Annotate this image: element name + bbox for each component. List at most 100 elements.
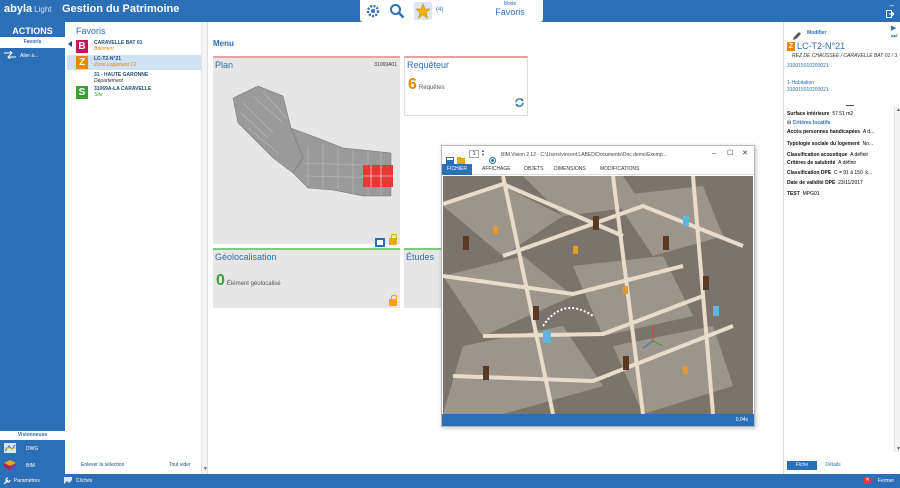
favorites-scrollbar[interactable]: ▼ [201, 22, 208, 474]
detail-scrollbar[interactable]: ▲ ▼ [894, 107, 900, 452]
menu-objets[interactable]: OBJETS [524, 164, 543, 175]
geolocalisation-tile[interactable]: Géolocalisation 0 Élément géolocalisé [213, 248, 400, 308]
goto-label: Aller à... [20, 53, 39, 59]
lock-icon [389, 234, 397, 245]
favorites-title: Favoris [76, 26, 106, 36]
favorite-type: Zone Logement T2 [94, 62, 137, 68]
surface-label: Surface intérieure [787, 111, 830, 117]
surface-row: Surface intérieure 57.51 m2 [787, 111, 853, 117]
criteria-row: Classification DPE C = 91 à 150 k... [787, 170, 872, 176]
geo-title: Géolocalisation [215, 252, 277, 262]
favorite-item-selected[interactable]: Z LC-T2-N°21 Zone Logement T2 [67, 55, 207, 70]
geo-count-line: 0 Élément géolocalisé [216, 272, 281, 290]
menu-dimensions[interactable]: DIMENSIONS [554, 164, 586, 175]
criteria-value: A définir [838, 160, 857, 166]
favorites-count: (4) [436, 7, 444, 13]
close-icon[interactable]: ✕ [742, 149, 748, 157]
exit-icon[interactable] [886, 10, 895, 20]
visionneuse-title: Visionneuse [0, 431, 65, 440]
expand-right-icon[interactable]: ▶ [891, 24, 896, 32]
criteria-row: Typologie sociale du logement No... [787, 141, 873, 147]
menu-title: Menu [213, 39, 234, 48]
plan-code: 31069A01 [374, 62, 397, 68]
edition-label: Light [34, 5, 52, 14]
skip-end-icon[interactable]: ⏭ [891, 33, 897, 41]
criteria-key: Critères de salubrité [787, 160, 836, 166]
surface-value: 57.51 m2 [832, 111, 854, 117]
favorite-item[interactable]: S 31069A-LA CARAVELLE Site [67, 85, 207, 100]
habitation-code[interactable]: 310015010200021 [787, 87, 829, 93]
dwg-label: DWG [26, 446, 39, 452]
etudes-tile[interactable]: Études [404, 248, 444, 308]
geo-count: 0 [216, 272, 225, 289]
goto-arrows-icon [4, 50, 16, 61]
criteria-key: TEST [787, 191, 800, 197]
mode-switcher: (4) Mode Favoris [360, 0, 543, 22]
favoris-tab[interactable]: Favoris [0, 37, 65, 48]
favorite-type: Site [94, 92, 103, 98]
section-title: Critères locatifs [792, 120, 831, 126]
plan-tile[interactable]: Plan 31069A01 [213, 56, 400, 247]
menu-fichier[interactable]: FICHIER [442, 164, 472, 175]
menu-modifications[interactable]: MODIFICATIONS [600, 164, 639, 175]
etudes-title: Études [406, 252, 435, 262]
page-number-field[interactable]: 1 [469, 150, 479, 158]
criteria-value: A définir [850, 152, 869, 158]
scroll-up-icon[interactable]: ▲ [896, 107, 900, 113]
criteria-row: Classification acoustique A définir [787, 152, 868, 158]
criteres-section[interactable]: ⊟ Critères locatifs [787, 120, 830, 126]
refresh-icon[interactable] [515, 94, 524, 112]
image-icon[interactable] [64, 477, 72, 487]
page-stepper-icon[interactable]: ▲ ▼ [481, 149, 485, 157]
requeteur-title: Requêteur [407, 60, 450, 70]
criteria-row: Date de validité DPE 23/11/2017 [787, 180, 863, 186]
favorite-type: Bâtiment [94, 46, 114, 52]
favorite-item[interactable]: B CARAVELLE BAT 01 Bâtiment [67, 39, 207, 54]
tab-fiche[interactable]: Fiche [787, 461, 817, 470]
bim-icon [4, 460, 16, 472]
criteria-key: Typologie sociale du logement [787, 141, 860, 147]
minimize-icon[interactable]: – [886, 1, 894, 10]
favorites-star-icon[interactable] [414, 2, 432, 20]
app-title: Gestion du Patrimoine [62, 3, 180, 15]
bim-3d-model [443, 176, 753, 414]
detail-path: REZ DE CHAUSSEE / CARAVELLE BAT 01 / 310… [792, 53, 897, 59]
bim-window-title: BIM Vision 2.12 - C:\Users\vincent.LABED… [501, 152, 667, 158]
wrench-icon[interactable] [3, 477, 11, 487]
divider [846, 105, 854, 106]
menu-affichage[interactable]: AFFICHAGE [482, 164, 511, 175]
parametres-button[interactable]: Paramètres [14, 478, 40, 484]
render-time: 0.04s [735, 417, 748, 423]
criteria-key: Date de validité DPE [787, 180, 836, 186]
dwg-viewer-button[interactable]: DWG [4, 443, 38, 455]
search-icon[interactable] [388, 2, 406, 20]
goto-action[interactable]: Aller à... [4, 50, 39, 61]
tab-details[interactable]: Détails [818, 461, 848, 470]
requeteur-tile[interactable]: Requêteur 6 Requêtes [404, 56, 528, 116]
criteria-key: Accès personnes handicapées [787, 129, 861, 135]
criteria-value: A d... [862, 129, 875, 135]
criteria-value: MPG01 [802, 191, 820, 197]
criteria-key: Classification DPE [787, 170, 832, 176]
modifier-button[interactable]: Modifier [807, 30, 826, 36]
close-icon[interactable]: ✕ [864, 477, 871, 484]
criteria-value: 23/11/2017 [838, 180, 863, 186]
favorite-item[interactable]: 31 - HAUTE GARONNE Département [67, 71, 207, 86]
clear-selection-link[interactable]: Enlever la sélection [81, 462, 124, 468]
criteria-row: TEST MPG01 [787, 191, 820, 197]
minimize-icon[interactable]: – [712, 150, 716, 157]
maximize-icon[interactable]: ☐ [727, 149, 733, 157]
logo-text: abyla [4, 3, 33, 15]
bim-3d-viewport[interactable] [443, 176, 753, 414]
collapse-icon[interactable]: ⊟ [787, 120, 791, 126]
clear-all-link[interactable]: Tout vider [169, 462, 191, 468]
fermer-button[interactable]: Fermer [878, 478, 894, 484]
bim-vision-window: 1 ▲ ▼ BIM Vision 2.12 - C:\Users\vincent.… [441, 145, 755, 427]
scroll-down-icon[interactable]: ▼ [896, 446, 900, 452]
cliches-button[interactable]: Clichés [76, 478, 92, 484]
bim-viewer-button[interactable]: BIM [4, 460, 35, 472]
bottom-bar: Paramètres Clichés ✕ Fermer [0, 474, 900, 488]
settings-icon[interactable] [364, 2, 382, 20]
detail-code[interactable]: 310015010200021 [787, 63, 829, 69]
bim-titlebar: 1 ▲ ▼ BIM Vision 2.12 - C:\Users\vincent.… [442, 146, 754, 164]
